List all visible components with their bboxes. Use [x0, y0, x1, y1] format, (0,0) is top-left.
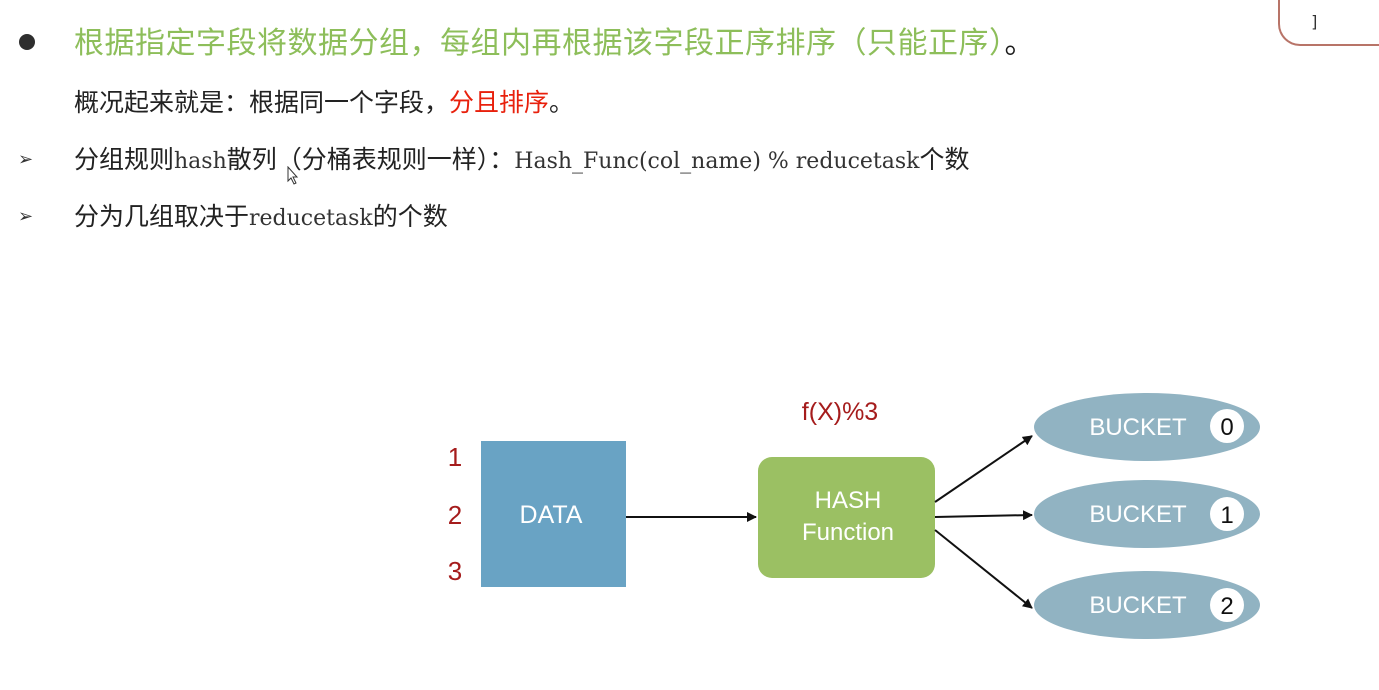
bucket-0-index: 0	[1220, 414, 1233, 441]
input-number-1: 1	[448, 442, 462, 472]
hash-function-box	[758, 457, 935, 578]
bucket-0-label: BUCKET	[1089, 414, 1187, 441]
hash-label-line2: Function	[802, 519, 894, 546]
hash-to-bucket1-arrow	[934, 510, 1033, 521]
hash-to-bucket0-arrow	[934, 435, 1033, 503]
bucket-1-label: BUCKET	[1089, 501, 1187, 528]
bucket-2-label: BUCKET	[1089, 592, 1187, 619]
data-box-label: DATA	[520, 501, 583, 529]
function-formula-label: f(X)%3	[802, 398, 878, 426]
bucket-1-index: 1	[1220, 502, 1233, 529]
input-number-3: 3	[448, 556, 462, 586]
hash-to-bucket2-arrow	[934, 529, 1033, 609]
bucket-2-index: 2	[1220, 593, 1233, 620]
input-number-2: 2	[448, 500, 462, 530]
mouse-cursor-icon	[287, 166, 299, 185]
hash-label-line1: HASH	[815, 487, 882, 514]
hash-diagram: 1 2 3 DATA f(X)%3 HASH Function BUCKET 0…	[448, 393, 1260, 639]
